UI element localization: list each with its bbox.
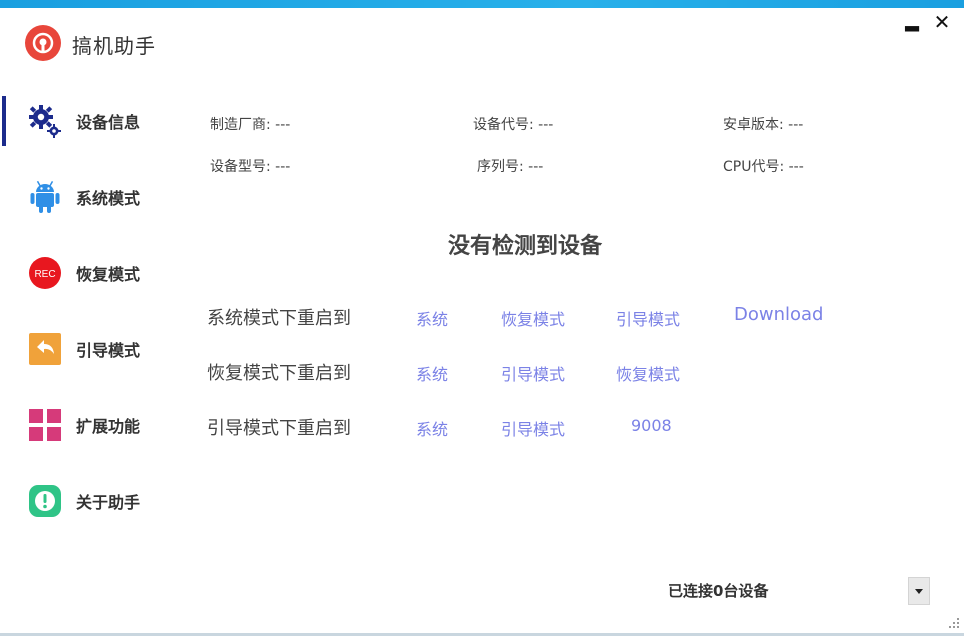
close-button[interactable]: ✕: [932, 12, 952, 32]
sidebar-item-label: 关于助手: [76, 493, 141, 512]
app-logo-icon: [25, 25, 61, 61]
device-dropdown-button[interactable]: [908, 577, 930, 605]
rec-icon: REC: [28, 256, 62, 290]
reboot-system-to-bootloader-link[interactable]: 引导模式: [616, 306, 680, 330]
sidebar-item-about[interactable]: 关于助手: [28, 481, 168, 521]
reboot-system-to-download-link[interactable]: Download: [734, 304, 823, 325]
sidebar-item-label: 恢复模式: [76, 265, 141, 284]
sidebar-item-device-info[interactable]: 设备信息: [28, 101, 168, 141]
app-window: 搞机助手 ▂ ✕ 设备信息 系统模式 REC 恢复模式 引导模式 扩展功能 关于…: [0, 0, 964, 636]
reboot-bootloader-to-system-link[interactable]: 系统: [416, 416, 448, 440]
reboot-recovery-to-recovery-link[interactable]: 恢复模式: [616, 361, 680, 385]
sidebar-item-system-mode[interactable]: 系统模式: [28, 177, 168, 217]
serial-field: 序列号: ---: [477, 159, 544, 175]
reboot-recovery-to-bootloader-link[interactable]: 引导模式: [501, 361, 565, 385]
app-title: 搞机助手: [72, 34, 156, 58]
reboot-recovery-to-system-link[interactable]: 系统: [416, 361, 448, 385]
sidebar-item-label: 系统模式: [76, 189, 141, 208]
android-version-field: 安卓版本: ---: [723, 117, 804, 133]
sidebar-item-bootloader-mode[interactable]: 引导模式: [28, 329, 168, 369]
resize-grip-icon[interactable]: [946, 616, 960, 630]
reboot-row-label-recovery: 恢复模式下重启到: [207, 363, 351, 384]
back-arrow-icon: [28, 332, 62, 366]
reboot-row-label-bootloader: 引导模式下重启到: [207, 418, 351, 439]
model-field: 设备型号: ---: [210, 159, 291, 175]
device-code-field: 设备代号: ---: [473, 117, 554, 133]
manufacturer-field: 制造厂商: ---: [210, 117, 291, 133]
sidebar-item-extensions[interactable]: 扩展功能: [28, 405, 168, 445]
sidebar-item-label: 引导模式: [76, 341, 141, 360]
reboot-row-label-system: 系统模式下重启到: [207, 308, 351, 329]
title-bar-accent: [0, 0, 964, 8]
grid-icon: [28, 408, 62, 442]
rec-icon-text: REC: [34, 269, 55, 280]
cpu-code-field: CPU代号: ---: [723, 159, 804, 175]
info-alert-icon: [28, 484, 62, 518]
sidebar-item-label: 扩展功能: [76, 417, 141, 436]
connection-status-text: 已连接0台设备: [668, 582, 769, 600]
reboot-system-to-system-link[interactable]: 系统: [416, 306, 448, 330]
minimize-button[interactable]: ▂: [902, 12, 922, 32]
android-icon: [28, 180, 62, 214]
gears-icon: [28, 104, 62, 138]
chevron-down-icon: [915, 588, 923, 594]
reboot-system-to-recovery-link[interactable]: 恢复模式: [501, 306, 565, 330]
sidebar-item-label: 设备信息: [76, 113, 141, 132]
reboot-bootloader-to-9008-link[interactable]: 9008: [631, 416, 672, 435]
sidebar-item-recovery-mode[interactable]: REC 恢复模式: [28, 253, 168, 293]
reboot-bootloader-to-bootloader-link[interactable]: 引导模式: [501, 416, 565, 440]
detect-status-message: 没有检测到设备: [447, 234, 602, 259]
sidebar-active-indicator: [2, 96, 6, 146]
